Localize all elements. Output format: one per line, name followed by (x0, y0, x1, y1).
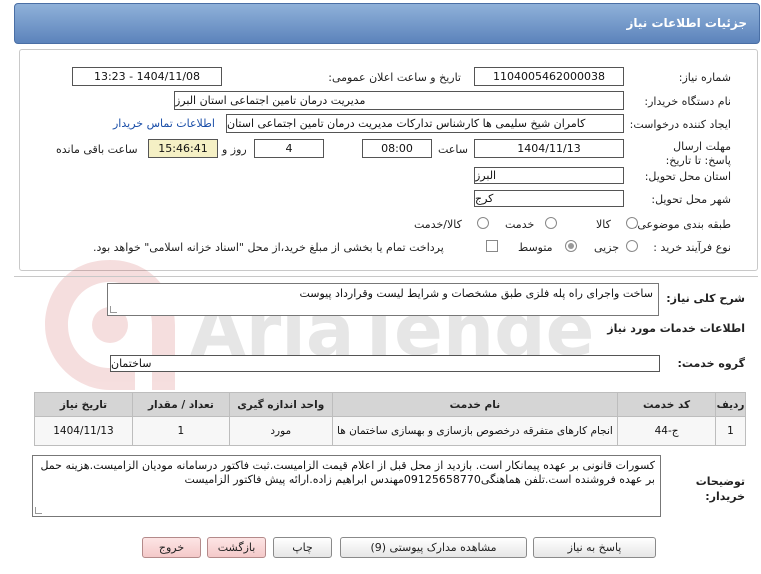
service-group-label: گروه خدمت: (677, 357, 745, 370)
exit-button[interactable]: خروج (142, 537, 201, 558)
col-quantity: تعداد / مقدار (131, 392, 230, 417)
col-service-code: کد خدمت (617, 392, 717, 417)
buyer-field[interactable]: مدیریت درمان تامین اجتماعی استان البرز (174, 91, 624, 110)
creator-field[interactable]: کامران شیخ سلیمی ها کارشناس تدارکات مدیر… (226, 114, 624, 133)
need-number-label: شماره نیاز: (678, 71, 731, 84)
remaining-time-field: 15:46:41 (148, 139, 218, 158)
buyer-notes-textarea[interactable]: کسورات قانونی بر عهده پیمانکار است. بازد… (32, 455, 661, 517)
buyer-label: نام دستگاه خریدار: (644, 95, 731, 108)
category-goods-radio[interactable] (626, 217, 638, 229)
summary-label: شرح کلی نیاز: (666, 292, 745, 305)
announce-field[interactable]: 1404/11/08 - 13:23 (72, 67, 222, 86)
aria-tender-watermark: AriaTender.net (45, 260, 600, 390)
resize-handle-icon[interactable] (35, 507, 42, 514)
creator-label: ایجاد کننده درخواست: (629, 118, 731, 131)
buyer-notes-label: توضیحات خریدار: (695, 475, 745, 503)
print-button[interactable]: چاپ (273, 537, 332, 558)
treasury-payment-checkbox[interactable] (486, 240, 498, 252)
deadline-time-label: ساعت (438, 143, 468, 156)
table-row[interactable]: 1 ج-44 انجام کارهای متفرقه درخصوص بازساز… (34, 416, 746, 446)
process-label: نوع فرآیند خرید : (653, 241, 731, 254)
need-number-field[interactable]: 1104005462000038 (474, 67, 624, 86)
process-medium-label: متوسط (518, 241, 553, 254)
col-row: ردیف (715, 392, 746, 417)
cell-service-code: ج-44 (617, 416, 717, 446)
summary-text: ساخت واجرای راه پله فلزی طبق مشخصات و شر… (299, 287, 653, 300)
category-goods-service-label: کالا/خدمت (414, 218, 462, 231)
city-field[interactable]: کرج (474, 190, 624, 207)
service-group-field[interactable]: ساختمان (110, 355, 660, 372)
days-field[interactable]: 4 (254, 139, 324, 158)
deadline-label: مهلت ارسال پاسخ: تا تاریخ: (665, 140, 731, 167)
services-section-title: اطلاعات خدمات مورد نیاز (607, 322, 745, 335)
cell-unit: مورد (228, 416, 333, 446)
city-label: شهر محل تحویل: (651, 193, 731, 206)
table-header-row: ردیف کد خدمت نام خدمت واحد اندازه گیری ت… (34, 392, 746, 417)
deadline-time-field[interactable]: 08:00 (362, 139, 432, 158)
category-service-label: خدمت (505, 218, 535, 231)
province-label: استان محل تحویل: (644, 170, 731, 183)
cell-need-date: 1404/11/13 (34, 416, 133, 446)
view-attachments-button[interactable]: مشاهده مدارک پیوستی (9) (340, 537, 527, 558)
cell-service-name: انجام کارهای متفرقه درخصوص بازسازی و بهس… (331, 416, 619, 446)
resize-handle-icon[interactable] (110, 306, 117, 313)
section-divider (14, 276, 758, 277)
cell-quantity: 1 (131, 416, 230, 446)
col-unit: واحد اندازه گیری (228, 392, 333, 417)
category-goods-service-radio[interactable] (477, 217, 489, 229)
summary-textarea[interactable]: ساخت واجرای راه پله فلزی طبق مشخصات و شر… (107, 283, 659, 316)
col-service-name: نام خدمت (331, 392, 619, 417)
reply-button[interactable]: پاسخ به نیاز (533, 537, 656, 558)
buyer-notes-text: کسورات قانونی بر عهده پیمانکار است. بازد… (40, 459, 655, 486)
announce-label: تاریخ و ساعت اعلان عمومی: (328, 71, 461, 84)
province-field[interactable]: البرز (474, 167, 624, 184)
category-label: طبقه بندی موضوعی: (633, 218, 731, 231)
category-service-radio[interactable] (545, 217, 557, 229)
process-minor-radio[interactable] (626, 240, 638, 252)
remaining-label: ساعت باقی مانده (56, 143, 138, 156)
services-table: ردیف کد خدمت نام خدمت واحد اندازه گیری ت… (34, 392, 746, 446)
page-title: جزئیات اطلاعات نیاز (626, 16, 747, 30)
treasury-payment-note: پرداخت تمام یا بخشی از مبلغ خرید،از محل … (93, 241, 444, 254)
page-header: جزئیات اطلاعات نیاز (14, 3, 760, 44)
process-minor-label: جزیی (594, 241, 620, 254)
process-medium-radio[interactable] (565, 240, 577, 252)
buyer-contact-link[interactable]: اطلاعات تماس خریدار (113, 117, 215, 130)
back-button[interactable]: بازگشت (207, 537, 266, 558)
category-goods-label: کالا (596, 218, 611, 231)
deadline-date-field[interactable]: 1404/11/13 (474, 139, 624, 158)
cell-row: 1 (715, 416, 746, 446)
days-label: روز و (222, 143, 247, 156)
col-need-date: تاریخ نیاز (34, 392, 133, 417)
